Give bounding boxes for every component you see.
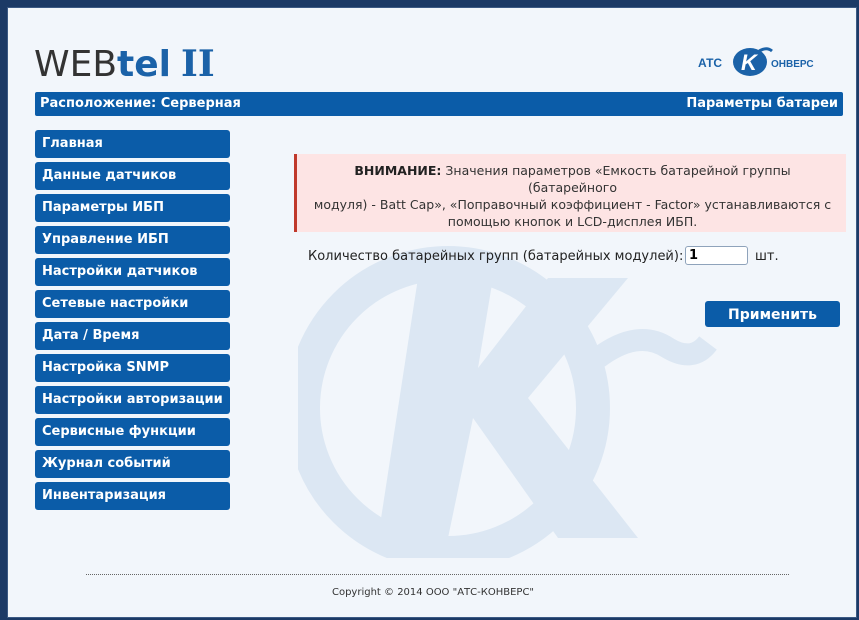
page-frame: WEBtel II АТС K ОНВЕРС Расположение: Серв…: [7, 7, 857, 618]
webtel-logo: WEBtel II: [34, 44, 215, 85]
battery-groups-input[interactable]: [685, 246, 748, 265]
watermark-logo-icon: [298, 246, 717, 558]
copyright-text: Copyright © 2014 ООО "АТС-КОНВЕРС": [331, 587, 535, 598]
warning-line-1: Значения параметров «Емкость батарейной …: [445, 163, 791, 195]
page-title: Параметры батареи: [686, 96, 838, 111]
logo-tel-text: tel: [117, 44, 172, 85]
apply-button[interactable]: Применить: [705, 301, 840, 327]
nav-item-ups-control[interactable]: Управление ИБП: [35, 226, 230, 254]
warning-title: ВНИМАНИЕ:: [354, 163, 442, 178]
logo-web-text: WEB: [34, 44, 118, 85]
warning-line-2: модуля) - Batt Cap», «Поправочный коэффи…: [313, 197, 832, 212]
nav-item-auth-settings[interactable]: Настройки авторизации: [35, 386, 230, 414]
nav-item-network-settings[interactable]: Сетевые настройки: [35, 290, 230, 318]
logo-version-text: II: [181, 43, 215, 85]
nav-item-event-log[interactable]: Журнал событий: [35, 450, 230, 478]
ats-konvers-brand-logo: АТС K ОНВЕРС: [698, 47, 814, 76]
nav-item-inventory[interactable]: Инвентаризация: [35, 482, 230, 510]
nav-item-home[interactable]: Главная: [35, 130, 230, 158]
nav-item-snmp-settings[interactable]: Настройка SNMP: [35, 354, 230, 382]
battery-groups-label: Количество батарейных групп (батарейных …: [308, 249, 684, 264]
sidebar-nav: Главная Данные датчиков Параметры ИБП Уп…: [35, 130, 230, 514]
location-label: Расположение: Серверная: [40, 96, 241, 111]
nav-item-sensor-settings[interactable]: Настройки датчиков: [35, 258, 230, 286]
svg-text:АТС: АТС: [698, 56, 722, 70]
nav-item-ups-parameters[interactable]: Параметры ИБП: [35, 194, 230, 222]
svg-text:ОНВЕРС: ОНВЕРС: [771, 59, 814, 70]
warning-notice: ВНИМАНИЕ: Значения параметров «Емкость б…: [294, 154, 846, 232]
footer-divider: [86, 574, 789, 575]
nav-item-sensor-data[interactable]: Данные датчиков: [35, 162, 230, 190]
svg-text:K: K: [741, 50, 759, 75]
location-bar: Расположение: Серверная Параметры батаре…: [35, 92, 843, 116]
battery-groups-unit: шт.: [755, 249, 779, 264]
nav-item-date-time[interactable]: Дата / Время: [35, 322, 230, 350]
nav-item-service-functions[interactable]: Сервисные функции: [35, 418, 230, 446]
warning-line-3: помощью кнопок и LCD-дисплея ИБП.: [447, 214, 698, 229]
